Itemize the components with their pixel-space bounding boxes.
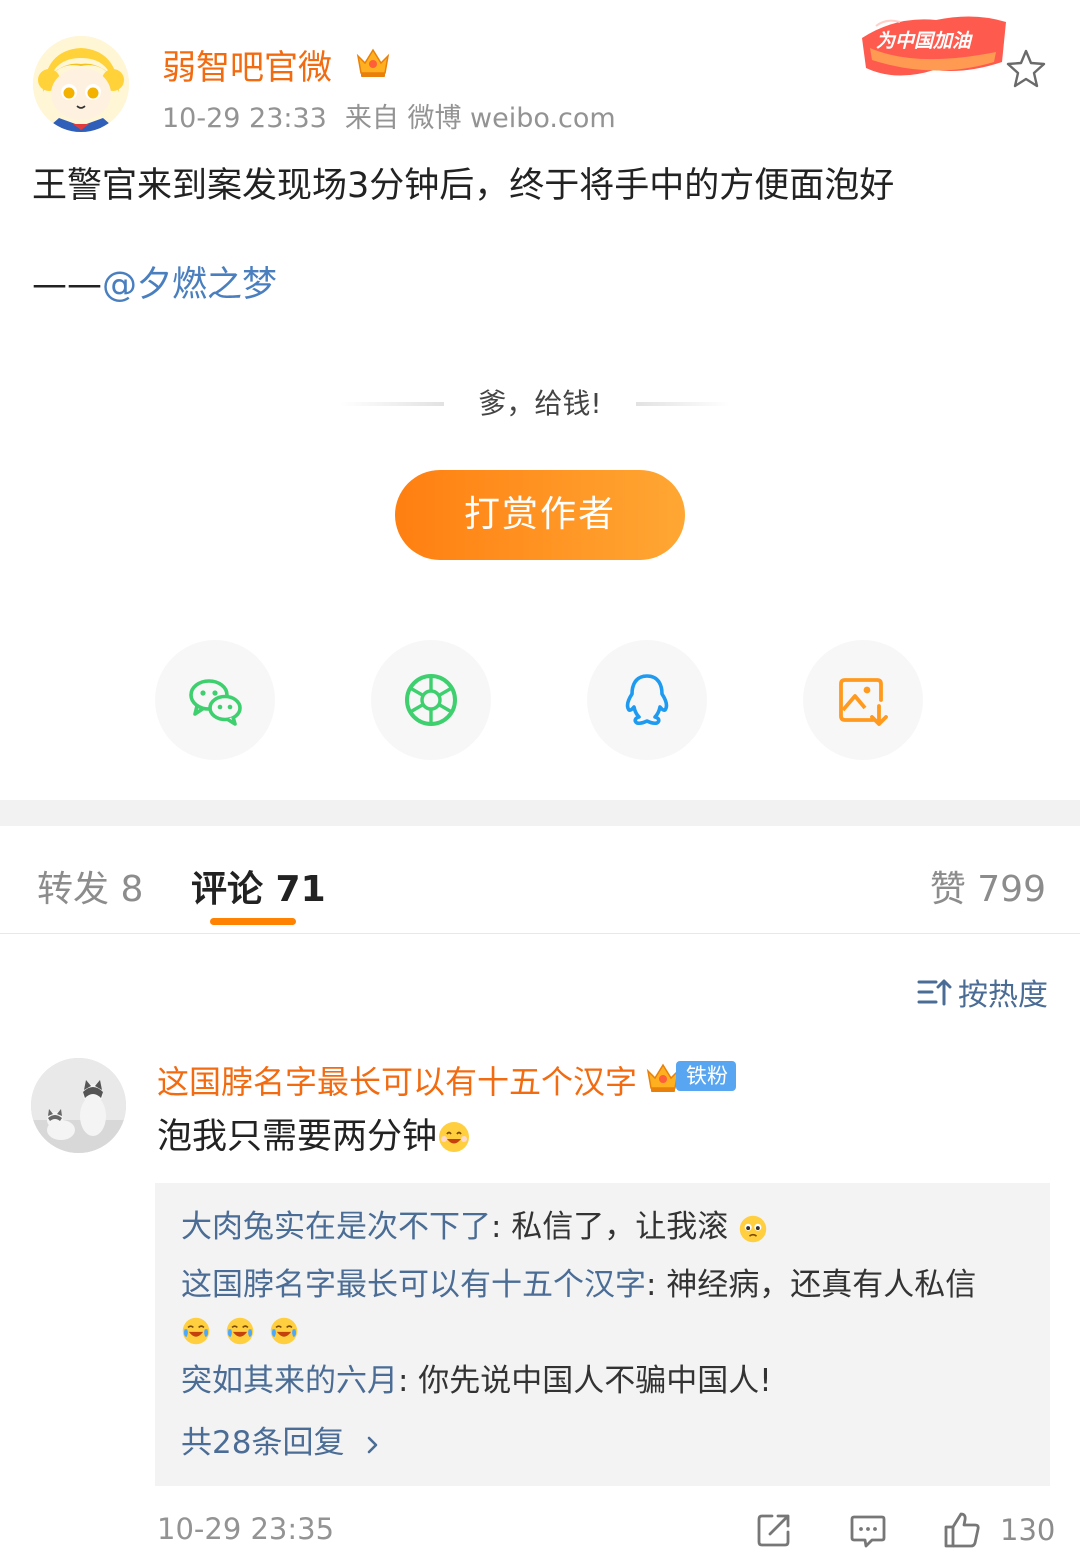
laugh-cry-emoji-icon (182, 1317, 210, 1344)
share-wechat-button[interactable] (155, 640, 275, 760)
more-replies-link[interactable]: 共28条回复 (181, 1421, 384, 1465)
credit-mention-link[interactable]: @夕燃之梦 (102, 265, 277, 305)
sort-label: 按热度 (958, 978, 1048, 1013)
chevron-right-icon (368, 1436, 378, 1453)
share-icon (757, 1514, 790, 1547)
commenter-name[interactable]: 这国脖名字最长可以有十五个汉字 (157, 1061, 637, 1103)
post-meta: 10-29 23:33 来自 微博 weibo.com (162, 96, 616, 135)
active-tab-indicator (210, 918, 296, 925)
reply-user[interactable]: 大肉兔实在是次不下了 (181, 1209, 491, 1245)
comment-reply-button[interactable] (848, 1508, 888, 1552)
pleading-emoji-icon (739, 1215, 767, 1242)
comment-text: 泡我只需要两分钟 (157, 1112, 471, 1162)
author-name[interactable]: 弱智吧官微 (162, 40, 332, 89)
share-row (0, 640, 1080, 760)
post-time: 10-29 23:33 (162, 103, 327, 134)
thumbs-up-icon (944, 1512, 980, 1548)
reply-text: : 神经病，还真有人私信 (646, 1267, 977, 1303)
post-header: 弱智吧官微 10-29 23:33 来自 微博 weibo.com 为中国加油 (0, 0, 1080, 150)
comment-time: 10-29 23:35 (157, 1512, 335, 1546)
commenter-avatar-image (31, 1058, 126, 1153)
happy-emoji-icon (439, 1122, 470, 1152)
reply-text: : 你先说中国人不骗中国人! (398, 1363, 772, 1399)
share-moments-button[interactable] (371, 640, 491, 760)
comment-like-button[interactable]: 130 (942, 1508, 1055, 1552)
campaign-badge[interactable]: 为中国加油 (856, 4, 1012, 86)
sort-button[interactable]: 按热度 (916, 970, 1048, 1014)
comment-body: 泡我只需要两分钟 (157, 1117, 438, 1157)
author-avatar-image (33, 36, 129, 132)
divider-right (636, 402, 730, 406)
tab-reposts[interactable]: 转发 8 (37, 860, 143, 912)
laugh-cry-emoji-icon (270, 1317, 297, 1344)
section-divider (0, 800, 1080, 826)
tab-likes[interactable]: 赞 799 (930, 860, 1046, 912)
replies-box: 大肉兔实在是次不下了: 私信了，让我滚 这国脖名字最长可以有十五个汉字: 神经病… (155, 1183, 1050, 1486)
reply-user[interactable]: 这国脖名字最长可以有十五个汉字 (181, 1267, 646, 1303)
sort-icon (917, 979, 952, 1006)
reward-author-button[interactable]: 打赏作者 (395, 470, 685, 560)
fan-badge-label: 铁粉 (676, 1061, 736, 1091)
reply-item[interactable]: 大肉兔实在是次不下了: 私信了，让我滚 (181, 1205, 768, 1249)
comment-share-button[interactable] (754, 1508, 794, 1552)
post-content: 王警官来到案发现场3分钟后，终于将手中的方便面泡好 (32, 166, 895, 206)
share-qq-button[interactable] (587, 640, 707, 760)
wechat-icon (189, 679, 242, 726)
post-source: 来自 微博 weibo.com (344, 103, 616, 134)
save-image-button[interactable] (803, 640, 923, 760)
comment-icon (850, 1515, 886, 1548)
interaction-tabs: 转发 8 评论 71 赞 799 (0, 826, 1080, 934)
tab-comments[interactable]: 评论 71 (191, 860, 326, 912)
fan-badge: 铁粉 (644, 1058, 736, 1094)
reply-user[interactable]: 突如其来的六月 (181, 1363, 398, 1399)
campaign-text: 为中国加油 (876, 30, 972, 52)
commenter-avatar[interactable] (31, 1058, 126, 1153)
reply-text: : 私信了，让我滚 (491, 1209, 729, 1245)
reply-emoji-row (181, 1307, 299, 1351)
crown-icon (356, 48, 390, 77)
author-avatar[interactable] (33, 36, 129, 132)
star-icon[interactable] (1004, 46, 1048, 90)
like-count: 130 (1000, 1513, 1056, 1547)
reply-item[interactable]: 这国脖名字最长可以有十五个汉字: 神经病，还真有人私信 (181, 1263, 976, 1307)
credit-prefix: —— (32, 265, 102, 305)
post-credit: ——@夕燃之梦 (32, 262, 277, 308)
save-image-icon (839, 678, 888, 726)
laugh-cry-emoji-icon (226, 1317, 254, 1344)
reply-item[interactable]: 突如其来的六月: 你先说中国人不骗中国人! (181, 1359, 772, 1403)
qq-icon (625, 674, 669, 726)
moments-icon (405, 674, 457, 726)
reward-prompt-row: 爹，给钱! (340, 386, 740, 426)
more-replies-label: 共28条回复 (181, 1425, 345, 1461)
